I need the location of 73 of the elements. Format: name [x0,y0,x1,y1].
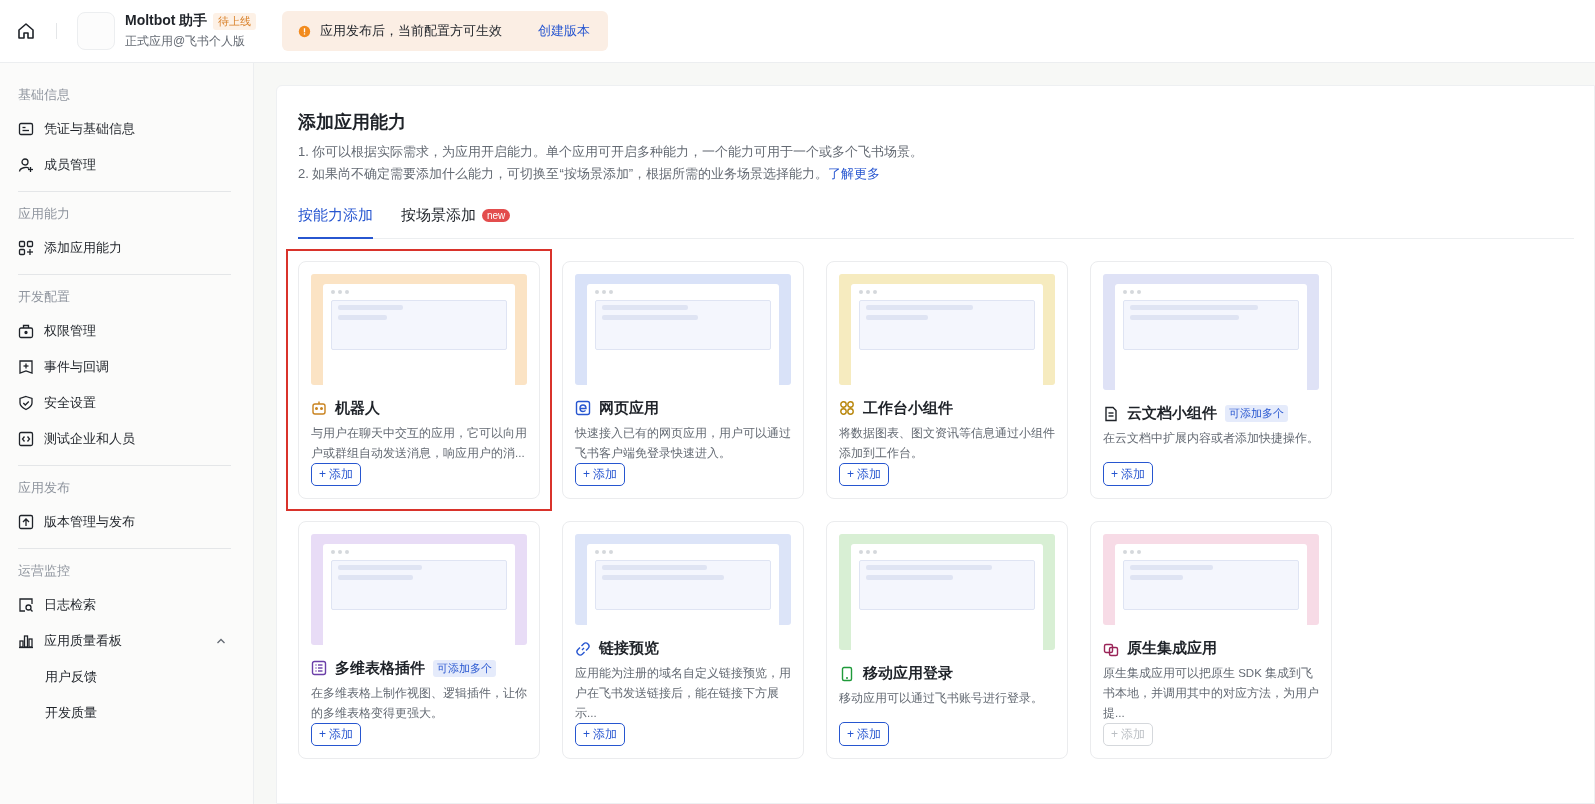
capability-icon [575,640,591,657]
tag: 可添加多个 [433,659,496,677]
log-icon [18,597,34,613]
sidebar-item[interactable]: 日志检索 [18,587,231,623]
status-badge: 待上线 [213,12,257,30]
add-button[interactable]: + 添加 [839,462,890,486]
card-title: 原生集成应用 [1127,639,1217,658]
card-description: 与用户在聊天中交互的应用，它可以向用户或群组自动发送消息，响应用户的消... [311,425,527,461]
add-button[interactable]: + 添加 [1103,462,1154,486]
add-button[interactable]: + 添加 [575,723,626,746]
add-button[interactable]: + 添加 [311,462,362,486]
upload-icon [18,514,34,530]
card-description: 在多维表格上制作视图、逻辑插件，让你的多维表格变得更强大。 [311,685,527,721]
sidebar-item[interactable]: 版本管理与发布 [18,504,231,540]
sidebar-item[interactable]: 安全设置 [18,385,231,421]
add-button[interactable]: + 添加 [575,462,626,486]
sidebar-item[interactable]: 权限管理 [18,313,231,349]
new-badge: new [482,209,511,222]
add-button[interactable]: + 添加 [311,722,362,746]
sidebar-subitem[interactable]: 开发质量 [18,695,231,731]
warning-icon [298,24,312,38]
card-description: 原生集成应用可以把原生 SDK 集成到飞书本地，并调用其中的对应方法，为用户提... [1103,666,1319,721]
create-version-link[interactable]: 创建版本 [538,22,591,40]
app-subtitle: 正式应用@飞书个人版 [125,33,247,50]
member-icon [18,157,34,173]
sidebar-item[interactable]: 事件与回调 [18,349,231,385]
sidebar-item[interactable]: 成员管理 [18,147,231,183]
card-title: 网页应用 [599,398,659,418]
description-text: 2. 如果尚不确定需要添加什么能力，可切换至“按场景添加”，根据所需的业务场景选择能力。了解更多 [298,165,882,183]
sidebar-section-title: 运营监控 [18,562,71,580]
sidebar-section-title: 应用能力 [18,205,71,223]
sidebar-section-title: 基础信息 [18,86,71,104]
sidebar-section-title: 开发配置 [18,288,71,306]
capability-icon [311,660,327,677]
card-title: 机器人 [335,398,380,418]
notice-text: 应用发布后，当前配置方可生效 [320,22,503,40]
app-name: Moltbot 助手 [125,12,208,30]
lock-icon [18,323,34,339]
card-description: 在云文档中扩展内容或者添加快捷操作。 [1103,431,1319,446]
card-description: 移动应用可以通过飞书账号进行登录。 [839,691,1044,706]
sidebar-item[interactable]: 测试企业和人员 [18,421,231,457]
chart-icon [18,633,34,649]
card-icon [18,121,34,137]
capability-icon [839,400,855,417]
add-button[interactable]: + 添加 [839,722,890,746]
card-description: 应用能为注册的域名自定义链接预览，用户在飞书发送链接后，能在链接下方展示... [575,666,791,721]
tab[interactable]: 按场景添加 new [401,206,511,239]
shield-icon [18,395,34,411]
home-icon[interactable] [16,21,36,41]
sidebar-subitem[interactable]: 用户反馈 [18,659,231,695]
description-text: 1. 你可以根据实际需求，为应用开启能力。单个应用可开启多种能力，一个能力可用于一个或多个飞书场景。 [298,143,925,161]
tab[interactable]: 按能力添加 [298,206,373,239]
sidebar-item[interactable]: 应用质量看板 [18,623,231,659]
learn-more-link[interactable]: 了解更多 [828,166,881,181]
sidebar-item[interactable]: 添加应用能力 [18,230,231,266]
card-title: 多维表格插件 [335,658,425,678]
tag: 可添加多个 [1225,405,1288,422]
card-title: 移动应用登录 [863,664,953,683]
event-icon [18,359,34,375]
sidebar-item[interactable]: 凭证与基础信息 [18,111,231,147]
sidebar-section-title: 应用发布 [18,479,71,497]
grid-icon [18,240,34,256]
capability-icon [1103,405,1119,422]
capability-icon [839,665,855,682]
card-description: 将数据图表、图文资讯等信息通过小组件添加到工作台。 [839,425,1055,461]
card-title: 云文档小组件 [1127,404,1217,423]
page-title: 添加应用能力 [298,111,407,134]
card-title: 链接预览 [599,639,659,658]
card-title: 工作台小组件 [863,398,953,418]
capability-icon [311,400,327,417]
code-icon [18,431,34,447]
capability-icon [575,400,591,417]
card-description: 快速接入已有的网页应用，用户可以通过飞书客户端免登录快速进入。 [575,425,791,461]
